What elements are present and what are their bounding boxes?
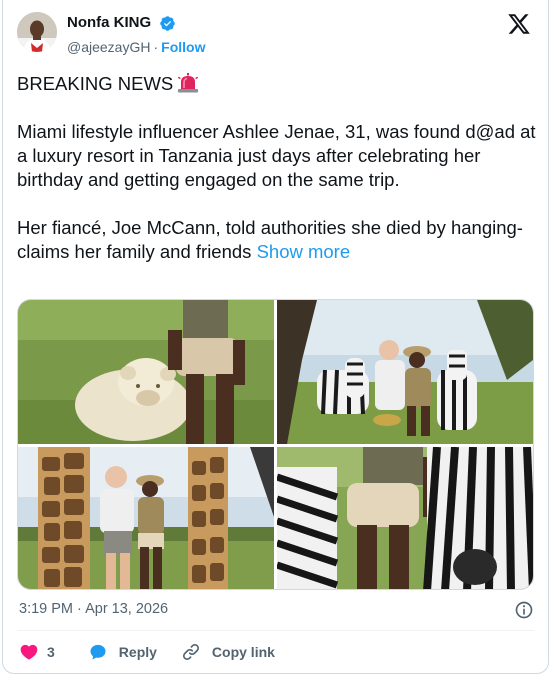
tweet-text: BREAKING NEWS Miami lifestyle influencer… xyxy=(17,72,537,264)
handle-line: @ajeezayGH · Follow xyxy=(67,39,205,55)
couple-with-giraffes-photo[interactable] xyxy=(18,447,274,589)
divider xyxy=(17,630,534,631)
avatar[interactable] xyxy=(17,12,57,52)
headline-line: BREAKING NEWS xyxy=(17,72,537,96)
reply-bubble-icon xyxy=(90,644,106,660)
like-count: 3 xyxy=(47,644,55,660)
headline: BREAKING NEWS xyxy=(17,73,174,94)
lioness-with-woman-photo[interactable] xyxy=(18,300,274,444)
woman-with-zebra-photo[interactable] xyxy=(277,447,533,589)
link-icon xyxy=(182,643,199,661)
heart-icon xyxy=(20,644,38,660)
paragraph-2-line: Her fiancé, Joe McCann, told authorities… xyxy=(17,216,537,264)
copy-link-label: Copy link xyxy=(211,644,275,660)
reply-label: Reply xyxy=(118,644,157,660)
follow-button[interactable]: Follow xyxy=(161,39,205,55)
separator-dot: · xyxy=(153,39,159,55)
show-more-link[interactable]: Show more xyxy=(257,241,351,262)
tweet-card: Nonfa KING @ajeezayGH · Follow BREAKING NE… xyxy=(2,0,549,674)
info-icon[interactable] xyxy=(514,600,534,620)
handle[interactable]: @ajeezayGH xyxy=(67,39,150,55)
x-logo-icon[interactable] xyxy=(507,12,531,36)
verified-badge-icon xyxy=(160,16,175,31)
media-grid xyxy=(17,299,534,590)
like-button[interactable]: 3 xyxy=(19,642,55,662)
paragraph-1: Miami lifestyle influencer Ashlee Jenae,… xyxy=(17,121,536,190)
display-name[interactable]: Nonfa KING xyxy=(67,14,151,31)
couple-with-zebras-photo[interactable] xyxy=(277,300,533,444)
action-bar: 3 Reply Copy link xyxy=(19,640,275,664)
siren-icon xyxy=(178,73,199,93)
tweet-timestamp[interactable]: 3:19 PM · Apr 13, 2026 xyxy=(19,601,168,617)
copy-link-button[interactable]: Copy link xyxy=(181,642,275,662)
reply-button[interactable]: Reply xyxy=(88,642,157,662)
